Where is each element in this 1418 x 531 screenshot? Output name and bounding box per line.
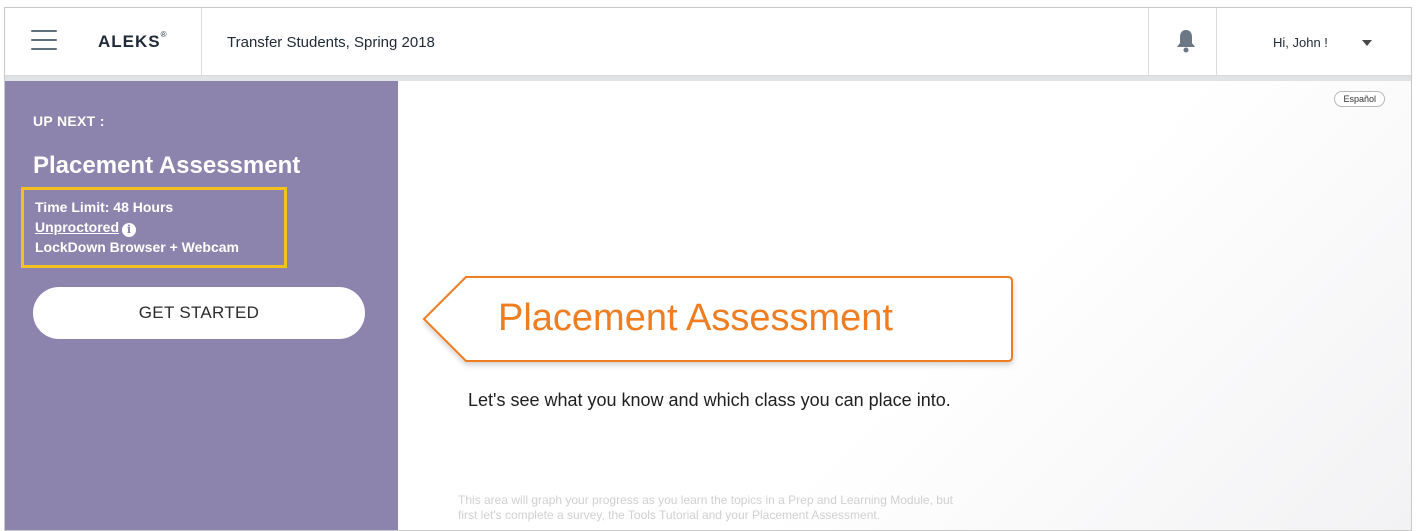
time-limit: Time Limit: 48 Hours: [35, 199, 174, 215]
top-header: ALEKS® Transfer Students, Spring 2018 Hi…: [5, 8, 1411, 76]
main-content: Español Placement Assessment Let's see w…: [398, 81, 1411, 530]
proctor-status-link[interactable]: Unproctored: [35, 219, 119, 235]
bell-icon[interactable]: [1175, 28, 1197, 54]
placement-banner: Placement Assessment: [418, 271, 1018, 371]
browser-requirement: LockDown Browser + Webcam: [35, 239, 239, 255]
header-divider: [1148, 8, 1149, 76]
assessment-details-box: Time Limit: 48 Hours Unproctored i LockDo…: [21, 187, 287, 268]
aleks-logo[interactable]: ALEKS®: [98, 30, 168, 52]
app-window: ALEKS® Transfer Students, Spring 2018 Hi…: [4, 7, 1412, 531]
header-divider: [1216, 8, 1217, 76]
assessment-description: Let's see what you know and which class …: [468, 390, 951, 410]
header-divider: [201, 8, 202, 76]
info-icon[interactable]: i: [122, 223, 136, 237]
up-next-label: UP NEXT :: [33, 113, 105, 129]
banner-title: Placement Assessment: [498, 297, 893, 339]
user-greeting[interactable]: Hi, John !: [1273, 35, 1328, 50]
hamburger-menu-icon[interactable]: [31, 30, 57, 52]
class-title[interactable]: Transfer Students, Spring 2018: [227, 34, 435, 51]
get-started-button[interactable]: GET STARTED: [33, 287, 365, 339]
chevron-down-icon[interactable]: [1362, 40, 1372, 46]
logo-registered-mark: ®: [160, 30, 168, 39]
sidebar: UP NEXT : Placement Assessment Time Limi…: [5, 81, 398, 530]
language-toggle-button[interactable]: Español: [1334, 91, 1385, 107]
sidebar-title: Placement Assessment: [33, 152, 301, 179]
progress-placeholder-text: This area will graph your progress as yo…: [458, 493, 953, 522]
